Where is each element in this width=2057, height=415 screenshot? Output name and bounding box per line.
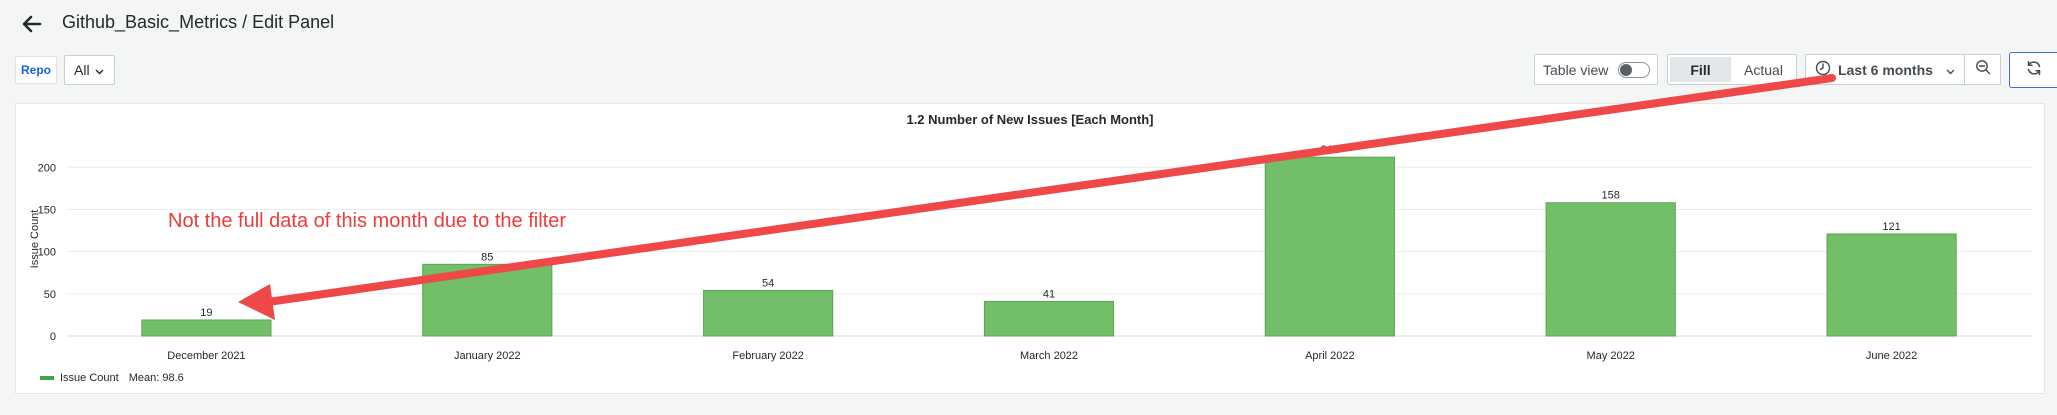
legend-series-label[interactable]: Issue Count (60, 372, 119, 384)
bar (703, 289, 834, 337)
x-tick-label: June 2022 (1866, 350, 1917, 362)
repo-variable-select[interactable]: All (64, 55, 115, 85)
actual-option[interactable]: Actual (1733, 57, 1794, 82)
x-tick-label: February 2022 (732, 350, 804, 362)
fill-option[interactable]: Fill (1670, 57, 1731, 82)
y-tick-label: 50 (44, 289, 56, 301)
chevron-down-icon (95, 62, 104, 78)
chart-legend: Issue Count Mean: 98.6 (40, 372, 184, 384)
time-range-picker[interactable]: Last 6 months (1805, 54, 1965, 85)
chart-panel: 1.2 Number of New Issues [Each Month] 05… (15, 103, 2045, 394)
x-tick-label: January 2022 (454, 350, 521, 362)
toolbar: Repo All Table view Fill Actual Last 6 m… (0, 52, 2057, 92)
page-title: Github_Basic_Metrics / Edit Panel (62, 12, 335, 32)
bar (983, 300, 1115, 337)
x-tick-label: April 2022 (1305, 350, 1355, 362)
bar (1264, 156, 1395, 337)
bar-value-label: 85 (481, 251, 493, 263)
fill-actual-radio-group: Fill Actual (1667, 54, 1797, 85)
clock-icon (1815, 60, 1831, 79)
bar-value-label: 212 (1321, 144, 1339, 156)
table-view-label: Table view (1543, 61, 1609, 78)
repo-variable-value: All (74, 62, 90, 78)
bar-chart: 050100150200Issue Count19December 202185… (29, 144, 2032, 362)
bar (422, 263, 553, 337)
bar-value-label: 158 (1602, 190, 1620, 202)
bar-value-label: 19 (200, 307, 212, 319)
bar (1826, 233, 1957, 337)
zoom-out-icon (1975, 59, 1991, 80)
x-tick-label: March 2022 (1020, 350, 1078, 362)
legend-mean-label: Mean: 98.6 (128, 372, 184, 384)
repo-variable-label: Repo (15, 56, 57, 84)
y-tick-label: 0 (50, 331, 56, 343)
x-tick-label: May 2022 (1587, 350, 1635, 362)
time-range-label: Last 6 months (1838, 61, 1933, 78)
y-tick-label: 200 (38, 162, 56, 174)
x-tick-label: December 2021 (167, 350, 245, 362)
bar-value-label: 54 (762, 277, 774, 289)
top-bar: Github_Basic_Metrics / Edit Panel (0, 0, 2057, 50)
legend-swatch (40, 376, 54, 380)
table-view-switch[interactable] (1618, 61, 1651, 78)
refresh-button[interactable] (2009, 52, 2057, 88)
table-view-toggle[interactable]: Table view (1534, 54, 1658, 85)
chevron-down-icon (1946, 62, 1955, 78)
refresh-icon (2025, 59, 2043, 82)
bar-value-label: 41 (1043, 288, 1055, 300)
back-arrow-icon[interactable] (18, 10, 46, 38)
zoom-out-button[interactable] (1965, 54, 2001, 85)
bar (1545, 202, 1676, 337)
y-axis-label: Issue Count (29, 210, 41, 269)
switch-knob (1620, 63, 1633, 76)
bar-value-label: 121 (1882, 221, 1900, 233)
bar (141, 319, 272, 337)
